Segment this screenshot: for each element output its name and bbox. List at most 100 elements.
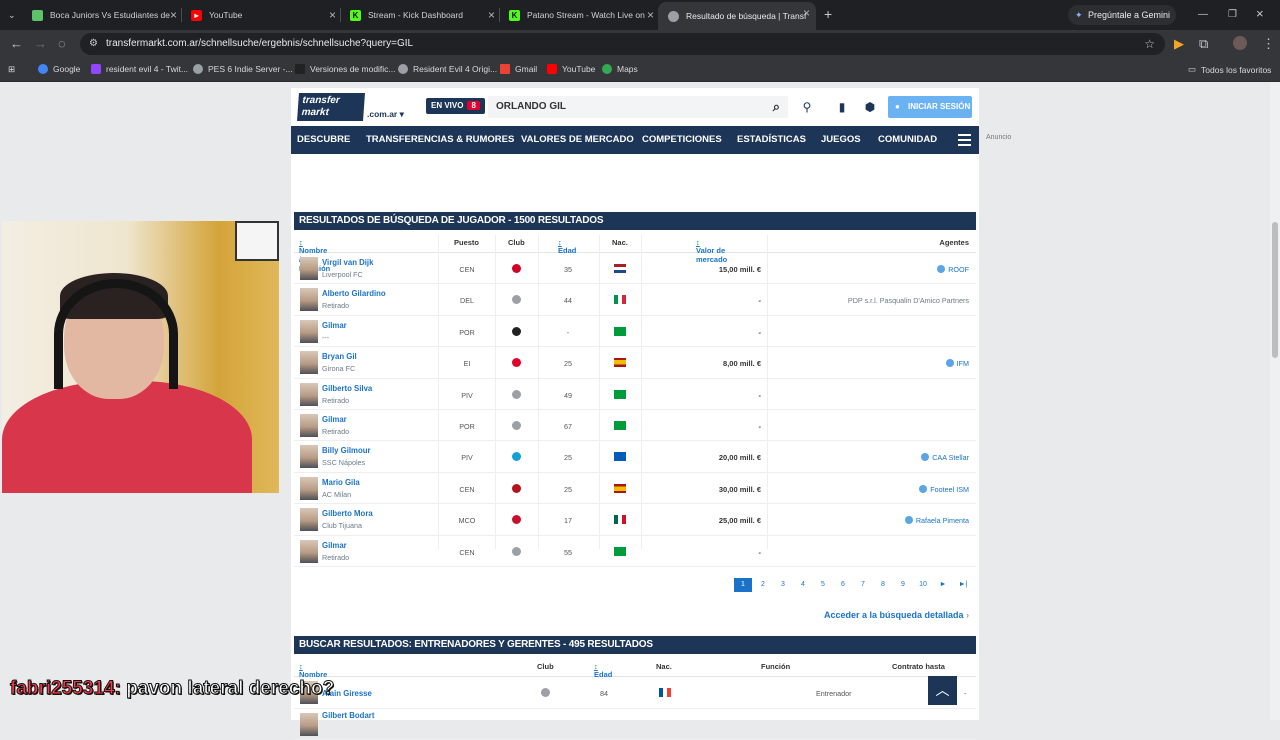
agent-link[interactable]: Rafaela Pimenta — [904, 516, 969, 525]
col-coach-name[interactable]: Nombre ↕ — [299, 662, 327, 679]
extensions-icon[interactable]: ⧉ — [1199, 37, 1208, 50]
tab-patano-stream[interactable]: K Patano Stream - Watch Live on × — [509, 4, 654, 26]
loading-icon[interactable]: ◌ — [58, 37, 66, 50]
nav-estadisticas[interactable]: ESTADÍSTICAS — [737, 126, 806, 154]
player-club[interactable]: Retirado — [322, 396, 349, 405]
all-bookmarks[interactable]: ▭ Todos los favoritos — [1188, 64, 1271, 75]
bookmark-twitch[interactable]: resident evil 4 - Twit... — [91, 64, 188, 74]
table-row[interactable]: Mario Gila AC Milan CEN 25 30,00 mill. € Foot… — [294, 473, 976, 505]
club-crest-icon[interactable] — [512, 295, 521, 305]
transfermarkt-logo[interactable]: transfer markt — [297, 93, 365, 121]
tab-kick-dashboard[interactable]: K Stream - Kick Dashboard × — [350, 4, 495, 26]
market-value[interactable]: - — [759, 422, 762, 431]
site-info-icon[interactable]: ⚙ — [89, 33, 98, 55]
player-club[interactable]: Retirado — [322, 553, 349, 562]
page-9-button[interactable]: 9 — [894, 578, 912, 592]
player-photo[interactable] — [300, 351, 318, 375]
page-6-button[interactable]: 6 — [834, 578, 852, 592]
market-value[interactable]: 25,00 mill. € — [719, 516, 761, 525]
table-row[interactable]: Gilmar Retirado CEN 55 - — [294, 536, 976, 567]
login-button[interactable]: ● INICIAR SESIÓN — [888, 96, 972, 118]
player-name[interactable]: Mario Gila — [322, 478, 360, 487]
bookmark-re4[interactable]: Resident Evil 4 Origi... — [398, 64, 497, 74]
player-name[interactable]: Gilmar — [322, 321, 347, 330]
table-row[interactable]: Billy Gilmour SSC Nápoles PIV 25 20,00 mill.… — [294, 441, 976, 473]
market-value[interactable]: - — [759, 391, 762, 400]
bookmark-pes6[interactable]: PES 6 Indie Server -... — [193, 64, 293, 74]
close-icon[interactable]: × — [647, 8, 654, 22]
maximize-icon[interactable]: ❐ — [1228, 8, 1237, 21]
player-club[interactable]: Girona FC — [322, 364, 355, 373]
nav-valores[interactable]: VALORES DE MERCADO — [521, 126, 634, 154]
player-name[interactable]: Virgil van Dijk — [322, 258, 373, 267]
search-input[interactable]: ORLANDO GIL ⌕ — [488, 96, 788, 118]
club-crest-icon[interactable] — [512, 326, 521, 336]
player-photo[interactable] — [300, 257, 318, 280]
coach-name[interactable]: Gilbert Bodart — [322, 711, 374, 720]
page-1-button[interactable]: 1 — [734, 578, 752, 592]
club-crest-icon[interactable] — [512, 389, 521, 399]
scrollbar-thumb[interactable] — [1272, 222, 1278, 358]
market-value[interactable]: - — [759, 548, 762, 557]
player-photo[interactable] — [300, 539, 318, 563]
next-page-button[interactable]: ► — [934, 578, 952, 592]
last-page-button[interactable]: ►| — [954, 578, 972, 592]
live-button[interactable]: EN VIVO 8 — [426, 98, 485, 114]
club-crest-icon[interactable] — [512, 483, 521, 493]
player-name[interactable]: Bryan Gil — [322, 352, 357, 361]
menu-dots-icon[interactable]: ⋮ — [1262, 37, 1275, 50]
club-crest-icon[interactable] — [512, 546, 521, 556]
club-crest-icon[interactable] — [512, 515, 521, 525]
user-search-icon[interactable]: ⚲ — [800, 100, 814, 114]
profile-avatar[interactable] — [1233, 36, 1247, 50]
shield-icon[interactable]: ⬢ — [863, 100, 877, 114]
bookmark-versiones[interactable]: Versiones de modific... — [295, 64, 396, 74]
col-coach-age[interactable]: Edad ↕ — [594, 662, 612, 679]
close-icon[interactable]: × — [488, 8, 495, 22]
club-crest-icon[interactable] — [512, 358, 521, 368]
club-crest-icon[interactable] — [541, 688, 550, 697]
club-crest-icon[interactable] — [512, 264, 521, 273]
player-name[interactable]: Gilmar — [322, 541, 347, 550]
gemini-button[interactable]: ✦ Pregúntale a Gemini — [1068, 5, 1176, 25]
player-name[interactable]: Gilberto Silva — [322, 384, 372, 393]
table-row[interactable]: Gilberto Mora Club Tijuana MCO 17 25,00 mill… — [294, 504, 976, 536]
nav-descubre[interactable]: DESCUBRE — [297, 126, 350, 154]
player-photo[interactable] — [300, 288, 318, 312]
table-row[interactable]: Gilbert Bodart — [294, 709, 976, 740]
page-3-button[interactable]: 3 — [774, 578, 792, 592]
table-row[interactable]: Alain Giresse 84 Entrenador - — [294, 677, 976, 709]
player-club[interactable]: Retirado — [322, 301, 349, 310]
close-window-icon[interactable]: × — [1256, 7, 1264, 20]
domain-selector[interactable]: .com.ar ▾ — [367, 109, 404, 120]
agent-link[interactable]: Footeel ISM — [919, 484, 969, 494]
club-crest-icon[interactable] — [512, 420, 521, 430]
market-value[interactable]: 15,00 mill. € — [719, 265, 761, 274]
tab-transfermarkt[interactable]: Resultado de búsqueda | Transf × — [658, 2, 816, 30]
player-photo[interactable] — [300, 382, 318, 406]
page-7-button[interactable]: 7 — [854, 578, 872, 592]
nav-juegos[interactable]: JUEGOS — [821, 126, 861, 154]
player-name[interactable]: Gilberto Mora — [322, 509, 373, 518]
page-10-button[interactable]: 10 — [914, 578, 932, 592]
tab-boca[interactable]: Boca Juniors Vs Estudiantes de × — [32, 4, 177, 26]
search-icon[interactable]: ⌕ — [773, 96, 780, 118]
player-club[interactable]: SSC Nápoles — [322, 458, 365, 467]
nav-competiciones[interactable]: COMPETICIONES — [642, 126, 722, 154]
market-value[interactable]: 8,00 mill. € — [723, 359, 761, 368]
market-value[interactable]: 20,00 mill. € — [719, 453, 761, 462]
new-tab-button[interactable]: + — [824, 7, 832, 21]
col-age[interactable]: Edad ↕ — [558, 238, 576, 255]
player-club[interactable]: AC Milan — [322, 490, 351, 499]
player-name[interactable]: Gilmar — [322, 415, 347, 424]
player-club[interactable]: --- — [322, 333, 329, 342]
player-club[interactable]: Club Tijuana — [322, 521, 362, 530]
market-value[interactable]: - — [759, 296, 762, 305]
table-row[interactable]: Gilmar --- POR - - — [294, 316, 976, 348]
scroll-to-top-button[interactable]: ︿ — [928, 676, 957, 705]
nav-comunidad[interactable]: COMUNIDAD — [878, 126, 937, 154]
bookmark-icon[interactable]: ▮ — [835, 100, 849, 114]
agent-link[interactable]: CAA Stellar — [921, 453, 969, 462]
back-icon[interactable]: ← — [10, 37, 23, 50]
player-name[interactable]: Billy Gilmour — [322, 446, 371, 455]
